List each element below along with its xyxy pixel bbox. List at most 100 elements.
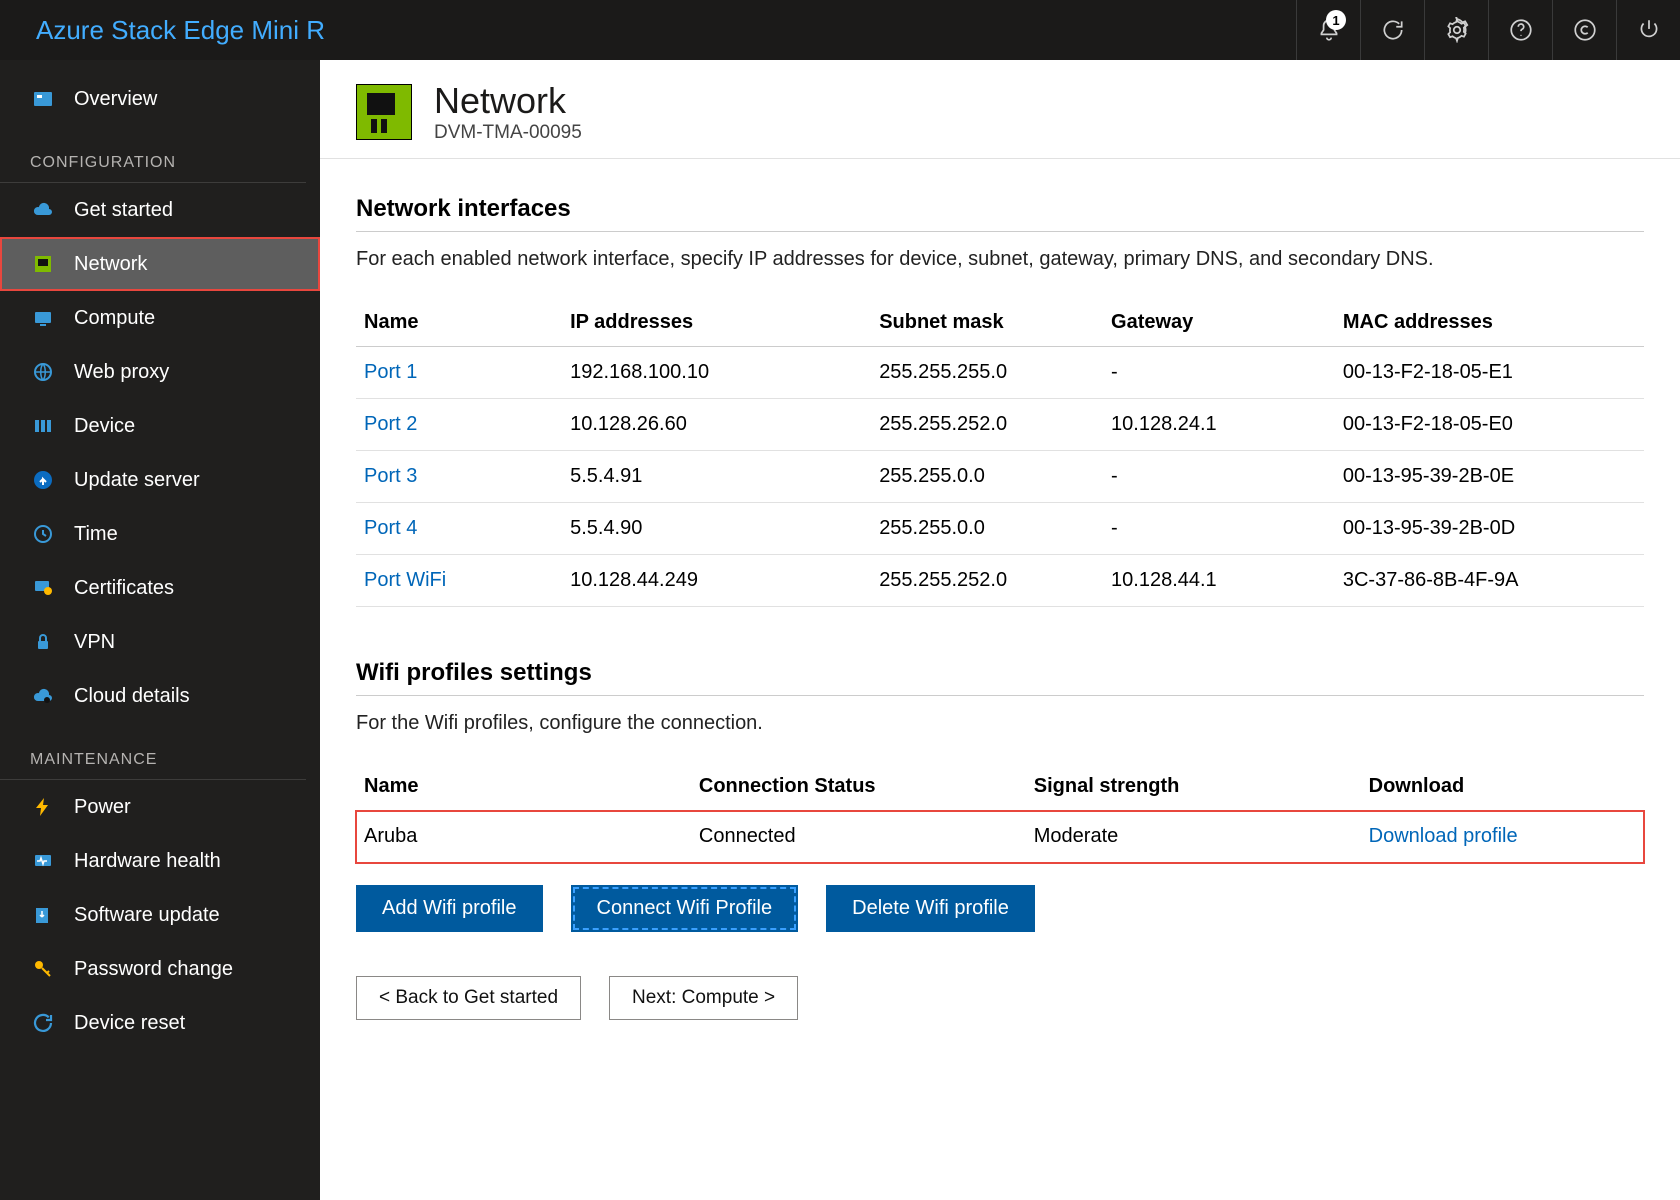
sidebar-item-device[interactable]: Device — [0, 399, 320, 453]
sidebar-item-label: Get started — [74, 199, 173, 222]
port-link[interactable]: Port 2 — [364, 413, 417, 435]
sidebar-item-label: Overview — [74, 88, 157, 111]
key-icon — [30, 956, 56, 982]
sidebar-item-hardware-health[interactable]: Hardware health — [0, 834, 320, 888]
help-icon — [1508, 17, 1534, 43]
topbar-actions: 1 — [1296, 0, 1680, 60]
sidebar-item-label: Update server — [74, 469, 200, 492]
sidebar: Overview CONFIGURATION Get started Netwo… — [0, 60, 320, 1200]
add-wifi-profile-button[interactable]: Add Wifi profile — [356, 885, 543, 932]
cell-mask: 255.255.252.0 — [871, 399, 1103, 451]
notifications-button[interactable]: 1 — [1296, 0, 1360, 60]
sidebar-item-get-started[interactable]: Get started — [0, 183, 320, 237]
section-desc-network-interfaces: For each enabled network interface, spec… — [356, 232, 1644, 299]
copyright-icon — [1572, 17, 1598, 43]
gear-icon — [1444, 17, 1470, 43]
page-title: Network — [434, 80, 582, 122]
sidebar-item-time[interactable]: Time — [0, 507, 320, 561]
col-mask: Subnet mask — [871, 299, 1103, 347]
sidebar-item-compute[interactable]: Compute — [0, 291, 320, 345]
sidebar-item-label: Compute — [74, 307, 155, 330]
connect-wifi-profile-button[interactable]: Connect Wifi Profile — [571, 885, 799, 932]
help-button[interactable] — [1488, 0, 1552, 60]
sidebar-item-network[interactable]: Network — [0, 237, 320, 291]
wifi-button-row: Add Wifi profile Connect Wifi Profile De… — [356, 885, 1644, 932]
cell-name: Aruba — [356, 811, 691, 863]
reset-icon — [30, 1010, 56, 1036]
cell-mac: 00-13-95-39-2B-0D — [1335, 503, 1644, 555]
col-mac: MAC addresses — [1335, 299, 1644, 347]
sidebar-item-label: Software update — [74, 904, 220, 927]
port-link[interactable]: Port WiFi — [364, 569, 446, 591]
health-icon — [30, 848, 56, 874]
next-button[interactable]: Next: Compute > — [609, 976, 798, 1020]
topbar: Azure Stack Edge Mini R 1 — [0, 0, 1680, 60]
sidebar-item-software-update[interactable]: Software update — [0, 888, 320, 942]
table-row: Port 1 192.168.100.10 255.255.255.0 - 00… — [356, 347, 1644, 399]
sidebar-item-label: Network — [74, 253, 147, 276]
cell-mask: 255.255.0.0 — [871, 451, 1103, 503]
col-download: Download — [1361, 763, 1644, 811]
notification-badge: 1 — [1326, 10, 1346, 30]
delete-wifi-profile-button[interactable]: Delete Wifi profile — [826, 885, 1035, 932]
copyright-button[interactable] — [1552, 0, 1616, 60]
table-row[interactable]: Aruba Connected Moderate Download profil… — [356, 811, 1644, 863]
cell-mask: 255.255.255.0 — [871, 347, 1103, 399]
sidebar-item-update-server[interactable]: Update server — [0, 453, 320, 507]
port-link[interactable]: Port 3 — [364, 465, 417, 487]
cell-signal: Moderate — [1026, 811, 1361, 863]
certificate-icon — [30, 575, 56, 601]
cell-gw: - — [1103, 347, 1335, 399]
sidebar-item-label: Password change — [74, 958, 233, 981]
sidebar-item-certificates[interactable]: Certificates — [0, 561, 320, 615]
lock-icon — [30, 629, 56, 655]
sidebar-item-label: Device reset — [74, 1012, 185, 1035]
page-header-icon — [356, 84, 412, 140]
bolt-icon — [30, 794, 56, 820]
main-content: Network DVM-TMA-00095 Network interfaces… — [320, 60, 1680, 1200]
cell-ip: 5.5.4.90 — [562, 503, 871, 555]
sidebar-item-web-proxy[interactable]: Web proxy — [0, 345, 320, 399]
page-subtitle: DVM-TMA-00095 — [434, 122, 582, 144]
sidebar-item-label: Power — [74, 796, 131, 819]
power-button[interactable] — [1616, 0, 1680, 60]
port-link[interactable]: Port 4 — [364, 517, 417, 539]
section-heading-wifi-profiles: Wifi profiles settings — [356, 659, 1644, 696]
port-link[interactable]: Port 1 — [364, 361, 417, 383]
sidebar-item-label: Device — [74, 415, 135, 438]
refresh-button[interactable] — [1360, 0, 1424, 60]
sidebar-item-cloud-details[interactable]: Cloud details — [0, 669, 320, 723]
sidebar-item-device-reset[interactable]: Device reset — [0, 996, 320, 1050]
sidebar-item-power[interactable]: Power — [0, 780, 320, 834]
col-name: Name — [356, 299, 562, 347]
cell-mac: 00-13-F2-18-05-E1 — [1335, 347, 1644, 399]
cell-gw: - — [1103, 451, 1335, 503]
cell-mac: 00-13-95-39-2B-0E — [1335, 451, 1644, 503]
settings-button[interactable] — [1424, 0, 1488, 60]
nic-icon — [30, 251, 56, 277]
table-row: Port 2 10.128.26.60 255.255.252.0 10.128… — [356, 399, 1644, 451]
cell-mask: 255.255.252.0 — [871, 555, 1103, 607]
cloud-gear-icon — [30, 683, 56, 709]
cell-gw: - — [1103, 503, 1335, 555]
sidebar-item-vpn[interactable]: VPN — [0, 615, 320, 669]
sidebar-section-configuration: CONFIGURATION — [0, 126, 306, 183]
sidebar-item-overview[interactable]: Overview — [0, 72, 320, 126]
section-desc-wifi-profiles: For the Wifi profiles, configure the con… — [356, 696, 1644, 763]
cell-gw: 10.128.24.1 — [1103, 399, 1335, 451]
overview-icon — [30, 86, 56, 112]
app-title: Azure Stack Edge Mini R — [0, 15, 1296, 46]
col-name: Name — [356, 763, 691, 811]
col-status: Connection Status — [691, 763, 1026, 811]
power-icon — [1636, 17, 1662, 43]
download-profile-link[interactable]: Download profile — [1369, 825, 1518, 847]
cell-mask: 255.255.0.0 — [871, 503, 1103, 555]
col-signal: Signal strength — [1026, 763, 1361, 811]
table-row: Port WiFi 10.128.44.249 255.255.252.0 10… — [356, 555, 1644, 607]
page-title-block: Network DVM-TMA-00095 — [434, 80, 582, 144]
col-ip: IP addresses — [562, 299, 871, 347]
clock-icon — [30, 521, 56, 547]
sidebar-item-password-change[interactable]: Password change — [0, 942, 320, 996]
back-button[interactable]: < Back to Get started — [356, 976, 581, 1020]
cell-mac: 00-13-F2-18-05-E0 — [1335, 399, 1644, 451]
